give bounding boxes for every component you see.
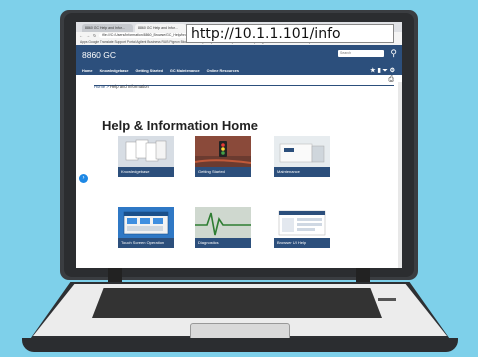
laptop-front-edge	[22, 338, 458, 352]
search-icon[interactable]: ⚲	[390, 48, 397, 59]
nav-item-online-resources[interactable]: Online Resources	[207, 67, 239, 75]
card-label: Getting Started	[198, 169, 225, 174]
forward-icon[interactable]: →	[86, 33, 90, 38]
app-title: 8860 GC	[82, 50, 117, 60]
card-knowledgebase[interactable]: Knowledgebase	[118, 136, 174, 177]
card-label: Maintenance	[277, 169, 300, 174]
browser-tab-active[interactable]: 8860 GC Help and Infor...	[135, 24, 186, 32]
card-thumbnail	[118, 207, 174, 238]
breadcrumb-current: Help and Information	[109, 84, 149, 89]
search-input[interactable]: Search	[338, 50, 384, 57]
nav-toolbar: ★▮⏷⚙	[370, 67, 397, 75]
card-thumbnail	[195, 207, 251, 238]
card-maintenance[interactable]: Maintenance	[274, 136, 330, 177]
breadcrumb: Home > Help and Information ⎙	[94, 75, 394, 89]
card-thumbnail	[274, 136, 330, 167]
card-label: Diagnostics	[198, 240, 219, 245]
card-touch-screen-operation[interactable]: Touch Screen Operation	[118, 207, 174, 248]
arrow-right-icon[interactable]: ›	[79, 174, 88, 183]
browser-tab[interactable]: 8860 GC Help and Infor...	[82, 24, 133, 32]
card-thumbnail	[118, 136, 174, 167]
url-callout: http://10.1.1.101/info	[186, 24, 394, 43]
card-thumbnail	[274, 207, 330, 238]
card-label: Knowledgebase	[121, 169, 150, 174]
main-nav: Home Knowledgebase Getting Started GC Ma…	[76, 67, 402, 75]
card-diagnostics[interactable]: Diagnostics	[195, 207, 251, 248]
reload-icon[interactable]: ↻	[93, 33, 96, 38]
instrument-icon	[279, 143, 325, 163]
card-thumbnail	[195, 136, 251, 167]
nav-item-knowledgebase[interactable]: Knowledgebase	[100, 67, 129, 75]
card-label: Browser UI Help	[277, 240, 307, 245]
nav-item-home[interactable]: Home	[82, 67, 93, 75]
nav-item-gc-maintenance[interactable]: GC Maintenance	[170, 67, 200, 75]
back-icon[interactable]: ←	[79, 33, 83, 38]
breadcrumb-home[interactable]: Home	[94, 84, 105, 89]
nav-item-getting-started[interactable]: Getting Started	[135, 67, 162, 75]
filter-icon[interactable]: ⏷	[383, 68, 390, 74]
browser-window-icon	[278, 210, 326, 236]
scrollbar[interactable]	[398, 82, 402, 268]
print-icon[interactable]: ⎙	[388, 76, 394, 84]
waveform-icon	[195, 212, 251, 236]
laptop-keyboard	[92, 288, 382, 318]
card-label: Touch Screen Operation	[121, 240, 165, 245]
page-title: Help & Information Home	[102, 118, 259, 133]
breadcrumb-trail: Home > Help and Information	[94, 84, 149, 89]
card-getting-started[interactable]: Getting Started	[195, 136, 251, 177]
laptop-speaker	[378, 298, 396, 301]
settings-icon[interactable]: ⚙	[390, 68, 397, 74]
app-header: 8860 GC Search ⚲	[76, 45, 402, 67]
card-browser-ui-help[interactable]: Browser UI Help	[274, 207, 330, 248]
touchscreen-icon	[123, 211, 169, 235]
documents-icon	[125, 139, 167, 162]
traffic-light-icon	[195, 141, 251, 167]
